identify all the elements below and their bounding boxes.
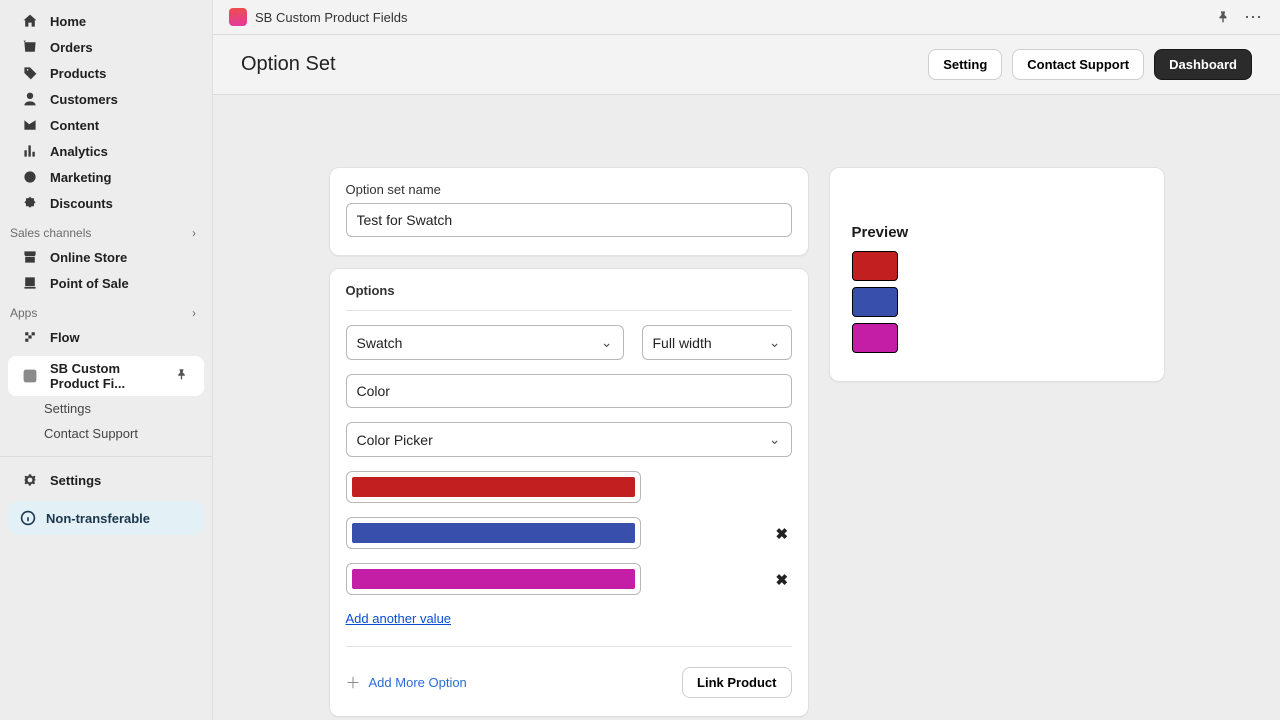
pin-icon[interactable] [175,368,188,384]
option-type-value: Swatch [357,335,403,351]
app-icon [22,368,38,384]
nav-settings[interactable]: Settings [0,467,212,493]
nav-content[interactable]: Content [0,112,212,138]
nav-flow[interactable]: Flow [0,324,212,350]
options-heading: Options [346,283,792,298]
color-value-row: ✖ [346,563,792,595]
nav-label: Contact Support [44,426,138,441]
nav-marketing[interactable]: Marketing [0,164,212,190]
nav-app-settings[interactable]: Settings [0,396,212,421]
chevron-down-icon: ⌄ [601,334,613,351]
dashboard-button[interactable]: Dashboard [1154,49,1252,80]
option-set-name-input[interactable] [346,203,792,237]
marketing-icon [22,169,38,185]
products-icon [22,65,38,81]
home-icon [22,13,38,29]
add-more-label: Add More Option [369,675,467,690]
picker-mode-select[interactable]: Color Picker ⌄ [346,422,792,457]
nav-label: Products [50,66,106,81]
nav-label: Settings [50,473,101,488]
customers-icon [22,91,38,107]
nav-orders[interactable]: Orders [0,34,212,60]
discounts-icon [22,195,38,211]
nav-label: Settings [44,401,91,416]
remove-value-button[interactable]: ✖ [776,571,792,587]
nav-label: SB Custom Product Fi... [50,361,163,391]
preview-heading: Preview [852,224,1142,241]
pos-icon [22,275,38,291]
content-area: Option set name Options Swatch ⌄ Full wi… [213,95,1280,720]
nav-label: Analytics [50,144,108,159]
non-transferable-badge[interactable]: Non-transferable [8,501,204,535]
color-value-row: ✖ [346,517,792,549]
setting-button[interactable]: Setting [928,49,1002,80]
nav-label: Flow [50,330,80,345]
picker-mode-value: Color Picker [357,432,433,448]
remove-value-button[interactable]: ✖ [776,525,792,541]
preview-card: Preview [829,167,1165,382]
apps-label: Apps [10,306,37,320]
option-type-select[interactable]: Swatch ⌄ [346,325,624,360]
preview-swatch[interactable] [852,323,898,353]
chevron-right-icon: › [192,306,196,320]
chevron-right-icon: › [192,226,196,240]
nav-label: Marketing [50,170,111,185]
link-product-button[interactable]: Link Product [682,667,791,698]
sales-channels-label: Sales channels [10,226,91,240]
main-area: SB Custom Product Fields ⋯ Option Set Se… [213,0,1280,720]
option-field-name-input[interactable] [346,374,792,408]
apps-header[interactable]: Apps › [0,296,212,324]
option-set-name-label: Option set name [346,182,792,197]
badge-label: Non-transferable [46,511,150,526]
app-topbar: SB Custom Product Fields ⋯ [213,0,1280,35]
nav-home[interactable]: Home [0,8,212,34]
gear-icon [22,472,38,488]
nav-products[interactable]: Products [0,60,212,86]
nav-discounts[interactable]: Discounts [0,190,212,216]
orders-icon [22,39,38,55]
chevron-down-icon: ⌄ [769,334,781,351]
nav-label: Customers [50,92,118,107]
nav-label: Orders [50,40,93,55]
nav-pos[interactable]: Point of Sale [0,270,212,296]
color-value-input[interactable] [346,517,641,549]
add-another-value-link[interactable]: Add another value [346,611,452,626]
page-header: Option Set Setting Contact Support Dashb… [213,35,1280,95]
add-more-option-button[interactable]: ＋ Add More Option [346,672,467,693]
nav-customers[interactable]: Customers [0,86,212,112]
nav-label: Discounts [50,196,113,211]
page-title: Option Set [241,53,336,76]
nav-app-support[interactable]: Contact Support [0,421,212,446]
preview-swatch[interactable] [852,287,898,317]
nav-analytics[interactable]: Analytics [0,138,212,164]
chevron-down-icon: ⌄ [769,431,781,448]
analytics-icon [22,143,38,159]
more-menu-button[interactable]: ⋯ [1242,6,1264,28]
nav-label: Online Store [50,250,127,265]
flow-icon [22,329,38,345]
plus-icon: ＋ [346,672,361,693]
app-name: SB Custom Product Fields [255,10,407,25]
nav-active-app[interactable]: SB Custom Product Fi... [8,356,204,396]
color-value-input[interactable] [346,563,641,595]
app-logo-icon [229,8,247,26]
preview-swatch[interactable] [852,251,898,281]
info-icon [20,510,36,526]
option-set-name-card: Option set name [329,167,809,256]
sales-channels-header[interactable]: Sales channels › [0,216,212,244]
option-width-value: Full width [653,335,712,351]
nav-label: Point of Sale [50,276,129,291]
contact-support-button[interactable]: Contact Support [1012,49,1144,80]
admin-sidebar: Home Orders Products Customers Content A… [0,0,213,720]
color-value-row [346,471,792,503]
options-card: Options Swatch ⌄ Full width ⌄ Color Pick… [329,268,809,717]
pin-app-button[interactable] [1212,6,1234,28]
option-width-select[interactable]: Full width ⌄ [642,325,792,360]
nav-label: Home [50,14,86,29]
color-value-input[interactable] [346,471,641,503]
store-icon [22,249,38,265]
nav-online-store[interactable]: Online Store [0,244,212,270]
nav-label: Content [50,118,99,133]
content-icon [22,117,38,133]
